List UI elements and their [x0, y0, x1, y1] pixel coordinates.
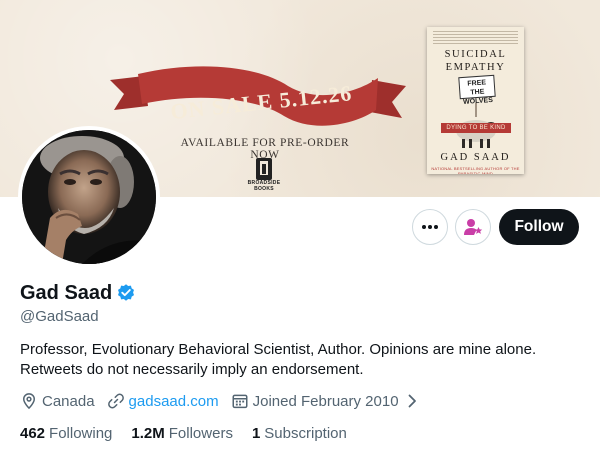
location: Canada	[20, 392, 95, 410]
follow-button[interactable]: Follow	[499, 209, 579, 245]
followers-label: Followers	[168, 425, 233, 442]
book-author: GAD SAAD	[440, 152, 511, 163]
followers-link[interactable]: 1.2M Followers	[131, 425, 233, 442]
following-link[interactable]: 462 Following	[20, 425, 112, 442]
joined-date[interactable]: Joined February 2010	[231, 392, 419, 410]
subscription-label: Subscription	[264, 425, 347, 442]
handle: @GadSaad	[20, 308, 99, 325]
verified-badge-icon[interactable]	[116, 283, 136, 303]
display-name: Gad Saad	[20, 282, 113, 304]
book-cover: SUICIDAL EMPATHY FREE THE WOLVES DYING T…	[427, 27, 524, 174]
location-pin-icon	[22, 393, 36, 410]
avatar-photo	[22, 130, 156, 264]
link-icon	[107, 393, 124, 409]
book-title-line2: EMPATHY	[445, 62, 506, 73]
website[interactable]: gadsaad.com	[107, 392, 219, 410]
subscribe-button[interactable]	[455, 209, 491, 245]
avatar[interactable]	[18, 126, 160, 268]
bio: Professor, Evolutionary Behavioral Scien…	[20, 341, 537, 378]
book-subtitle: DYING TO BE KIND	[441, 123, 511, 133]
sign-line1: FREE	[467, 79, 487, 88]
subscription-count: 1	[251, 425, 261, 442]
followers-count: 1.2M	[131, 425, 165, 442]
website-link[interactable]: gadsaad.com	[129, 393, 219, 410]
profile-stats: 462 Following 1.2M Followers 1 Subscription	[20, 425, 366, 442]
profile-meta: Canada gadsaad.com Joined February 2010	[20, 392, 431, 410]
following-count: 462	[20, 425, 46, 442]
calendar-icon	[232, 394, 248, 409]
more-options-button[interactable]	[412, 209, 448, 245]
portrait-illustration-icon	[22, 130, 156, 264]
following-label: Following	[49, 425, 113, 442]
location-text: Canada	[42, 392, 95, 410]
subscription-link[interactable]: 1 Subscription	[252, 425, 347, 442]
subscribe-person-star-icon	[464, 219, 483, 235]
sign-line2: THE	[470, 88, 485, 97]
book-footer: NATIONAL BESTSELLING AUTHOR OF THE PARAS…	[431, 166, 520, 174]
joined-text: Joined February 2010	[252, 392, 399, 410]
book-blurb	[433, 31, 518, 45]
more-horizontal-icon	[422, 225, 438, 229]
book-title-line1: SUICIDAL	[444, 49, 507, 60]
publisher-name: BROADSIDE BOOKS	[247, 180, 281, 192]
chevron-right-icon	[408, 394, 416, 408]
book-protest-sign: FREE THE WOLVES	[458, 74, 496, 106]
